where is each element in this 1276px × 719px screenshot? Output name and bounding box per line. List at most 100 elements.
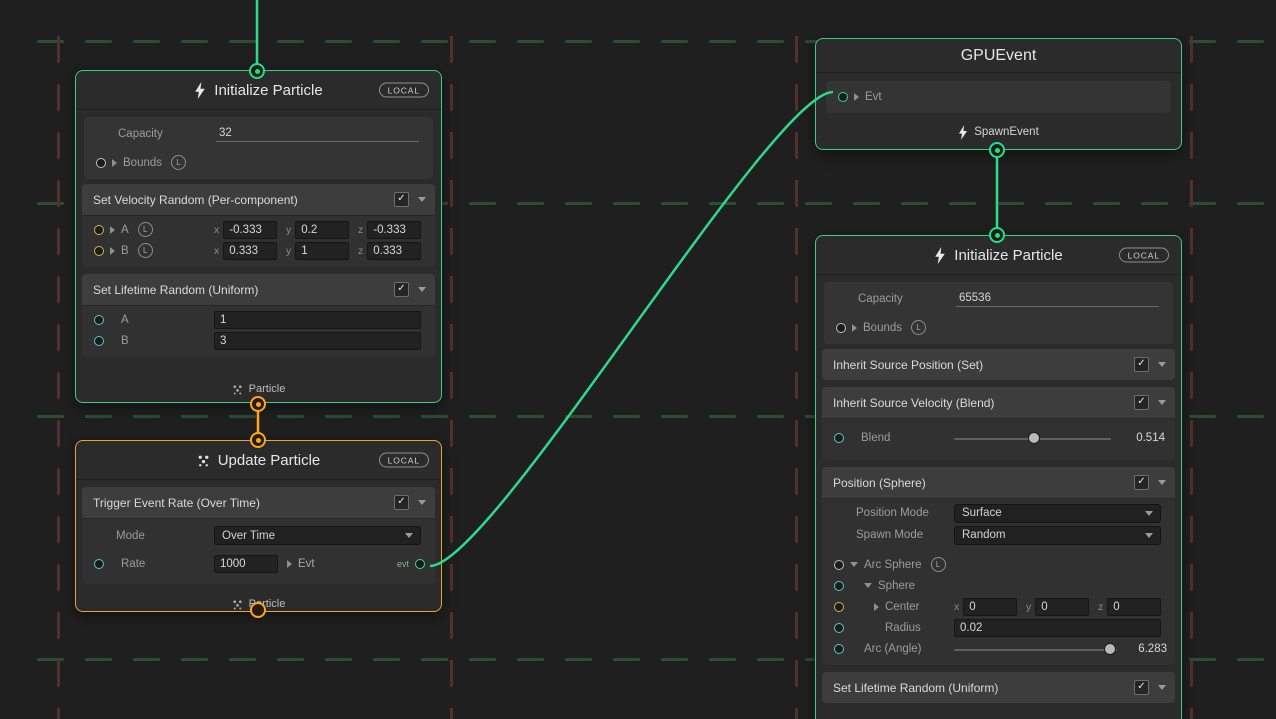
z-field[interactable]: 0.333 <box>367 242 421 260</box>
local-space-icon[interactable]: L <box>911 320 926 335</box>
flow-port-initialize-left-bottom[interactable] <box>250 396 266 412</box>
vector3-port[interactable] <box>94 246 104 256</box>
local-space-icon[interactable]: L <box>171 155 186 170</box>
node-update-particle[interactable]: Update Particle LOCAL Trigger Event Rate… <box>75 440 442 612</box>
vector3-port[interactable] <box>834 602 844 612</box>
enabled-checkbox[interactable] <box>394 495 409 510</box>
foldout-right-icon[interactable] <box>874 603 879 611</box>
flow-port-initialize-right-top[interactable] <box>989 227 1005 243</box>
y-field[interactable]: 0 <box>1035 598 1089 616</box>
sphere-port[interactable] <box>834 581 844 591</box>
x-field[interactable]: -0.333 <box>223 221 277 239</box>
float-port[interactable] <box>94 336 104 346</box>
dropdown-value: Random <box>962 529 1005 541</box>
local-space-icon[interactable]: L <box>138 222 153 237</box>
foldout-down-icon[interactable] <box>864 583 872 588</box>
blend-value[interactable]: 0.514 <box>1117 432 1165 444</box>
radius-row: Radius 0.02 <box>822 617 1175 638</box>
arc-angle-value[interactable]: 6.283 <box>1119 643 1167 655</box>
block-header[interactable]: Trigger Event Rate (Over Time) <box>82 487 435 519</box>
radius-field[interactable]: 0.02 <box>954 619 1161 637</box>
block-inherit-source-position[interactable]: Inherit Source Position (Set) <box>822 349 1175 380</box>
slider-knob[interactable] <box>1028 432 1040 444</box>
bounds-port[interactable] <box>96 158 106 168</box>
collapse-chevron-icon[interactable] <box>1158 362 1166 367</box>
position-mode-dropdown[interactable]: Surface <box>954 504 1161 523</box>
enabled-checkbox[interactable] <box>1134 680 1149 695</box>
row-label: A <box>121 314 129 326</box>
foldout-right-icon[interactable] <box>110 226 115 234</box>
value-field[interactable]: 1 <box>214 311 421 329</box>
block-position-sphere[interactable]: Position (Sphere) Position Mode Surface … <box>822 467 1175 665</box>
block-inherit-source-velocity[interactable]: Inherit Source Velocity (Blend) Blend 0.… <box>822 387 1175 460</box>
event-output-port[interactable] <box>415 559 425 569</box>
enabled-checkbox[interactable] <box>1134 475 1149 490</box>
collapse-chevron-icon[interactable] <box>1158 480 1166 485</box>
flow-port-initialize-left-top[interactable] <box>249 63 265 79</box>
slider-knob[interactable] <box>1104 643 1116 655</box>
foldout-down-icon[interactable] <box>850 562 858 567</box>
foldout-right-icon[interactable] <box>852 324 857 332</box>
y-field[interactable]: 1 <box>295 242 349 260</box>
block-set-velocity-random[interactable]: Set Velocity Random (Per-component) A L … <box>82 184 435 267</box>
collapse-chevron-icon[interactable] <box>1158 685 1166 690</box>
block-header[interactable]: Inherit Source Position (Set) <box>822 349 1175 380</box>
enabled-checkbox[interactable] <box>1134 357 1149 372</box>
spawn-mode-dropdown[interactable]: Random <box>954 526 1161 545</box>
context-title-bar[interactable]: GPUEvent <box>816 39 1181 73</box>
node-gpuevent[interactable]: GPUEvent Evt SpawnEvent <box>815 38 1182 150</box>
local-badge: LOCAL <box>379 83 429 98</box>
capacity-field[interactable]: 32 <box>216 125 419 142</box>
y-field[interactable]: 0.2 <box>295 221 349 239</box>
vfx-graph-canvas[interactable]: Initialize Particle LOCAL Capacity 32 Bo… <box>0 0 1276 719</box>
flow-port-update-top[interactable] <box>250 432 266 448</box>
z-field[interactable]: 0 <box>1107 598 1161 616</box>
arc-sphere-port[interactable] <box>834 560 844 570</box>
rate-field[interactable]: 1000 <box>214 555 278 573</box>
collapse-chevron-icon[interactable] <box>418 287 426 292</box>
float-port[interactable] <box>834 644 844 654</box>
enabled-checkbox[interactable] <box>1134 395 1149 410</box>
bounds-port[interactable] <box>836 323 846 333</box>
arc-sphere-row: Arc Sphere L <box>822 554 1175 575</box>
foldout-right-icon[interactable] <box>287 560 292 568</box>
block-header[interactable]: Position (Sphere) <box>822 467 1175 499</box>
foldout-right-icon[interactable] <box>854 93 859 101</box>
block-header[interactable]: Set Velocity Random (Per-component) <box>82 184 435 216</box>
local-space-icon[interactable]: L <box>138 243 153 258</box>
vector3-port[interactable] <box>94 225 104 235</box>
node-initialize-particle-left[interactable]: Initialize Particle LOCAL Capacity 32 Bo… <box>75 70 442 403</box>
event-input-port[interactable] <box>838 92 848 102</box>
z-field[interactable]: -0.333 <box>367 221 421 239</box>
mode-dropdown[interactable]: Over Time <box>214 526 421 545</box>
node-initialize-particle-right[interactable]: Initialize Particle LOCAL Capacity 65536… <box>815 235 1182 719</box>
block-header[interactable]: Inherit Source Velocity (Blend) <box>822 387 1175 419</box>
foldout-right-icon[interactable] <box>112 159 117 167</box>
x-field[interactable]: 0.333 <box>223 242 277 260</box>
blend-slider[interactable] <box>954 438 1111 440</box>
float-port[interactable] <box>834 623 844 633</box>
flow-port-update-bottom[interactable] <box>250 602 266 618</box>
block-header[interactable]: Set Lifetime Random (Uniform) <box>822 672 1175 703</box>
block-set-lifetime-random[interactable]: Set Lifetime Random (Uniform) A 1 B 3 <box>82 274 435 357</box>
value-field[interactable]: 3 <box>214 332 421 350</box>
block-header[interactable]: Set Lifetime Random (Uniform) <box>82 274 435 306</box>
evt-input-row: Evt <box>826 83 1171 111</box>
spawn-event-label: SpawnEvent <box>974 126 1039 138</box>
collapse-chevron-icon[interactable] <box>418 197 426 202</box>
collapse-chevron-icon[interactable] <box>418 500 426 505</box>
flow-port-gpuevent-bottom[interactable] <box>989 142 1005 158</box>
block-trigger-event-rate[interactable]: Trigger Event Rate (Over Time) Mode Over… <box>82 487 435 584</box>
local-space-icon[interactable]: L <box>931 557 946 572</box>
float-port[interactable] <box>94 315 104 325</box>
collapse-chevron-icon[interactable] <box>1158 400 1166 405</box>
enabled-checkbox[interactable] <box>394 282 409 297</box>
x-field[interactable]: 0 <box>963 598 1017 616</box>
capacity-field[interactable]: 65536 <box>956 290 1159 307</box>
float-port[interactable] <box>834 433 844 443</box>
block-set-lifetime-random[interactable]: Set Lifetime Random (Uniform) <box>822 672 1175 703</box>
foldout-right-icon[interactable] <box>110 247 115 255</box>
arc-angle-slider[interactable] <box>954 649 1117 651</box>
enabled-checkbox[interactable] <box>394 192 409 207</box>
float-port[interactable] <box>94 559 104 569</box>
